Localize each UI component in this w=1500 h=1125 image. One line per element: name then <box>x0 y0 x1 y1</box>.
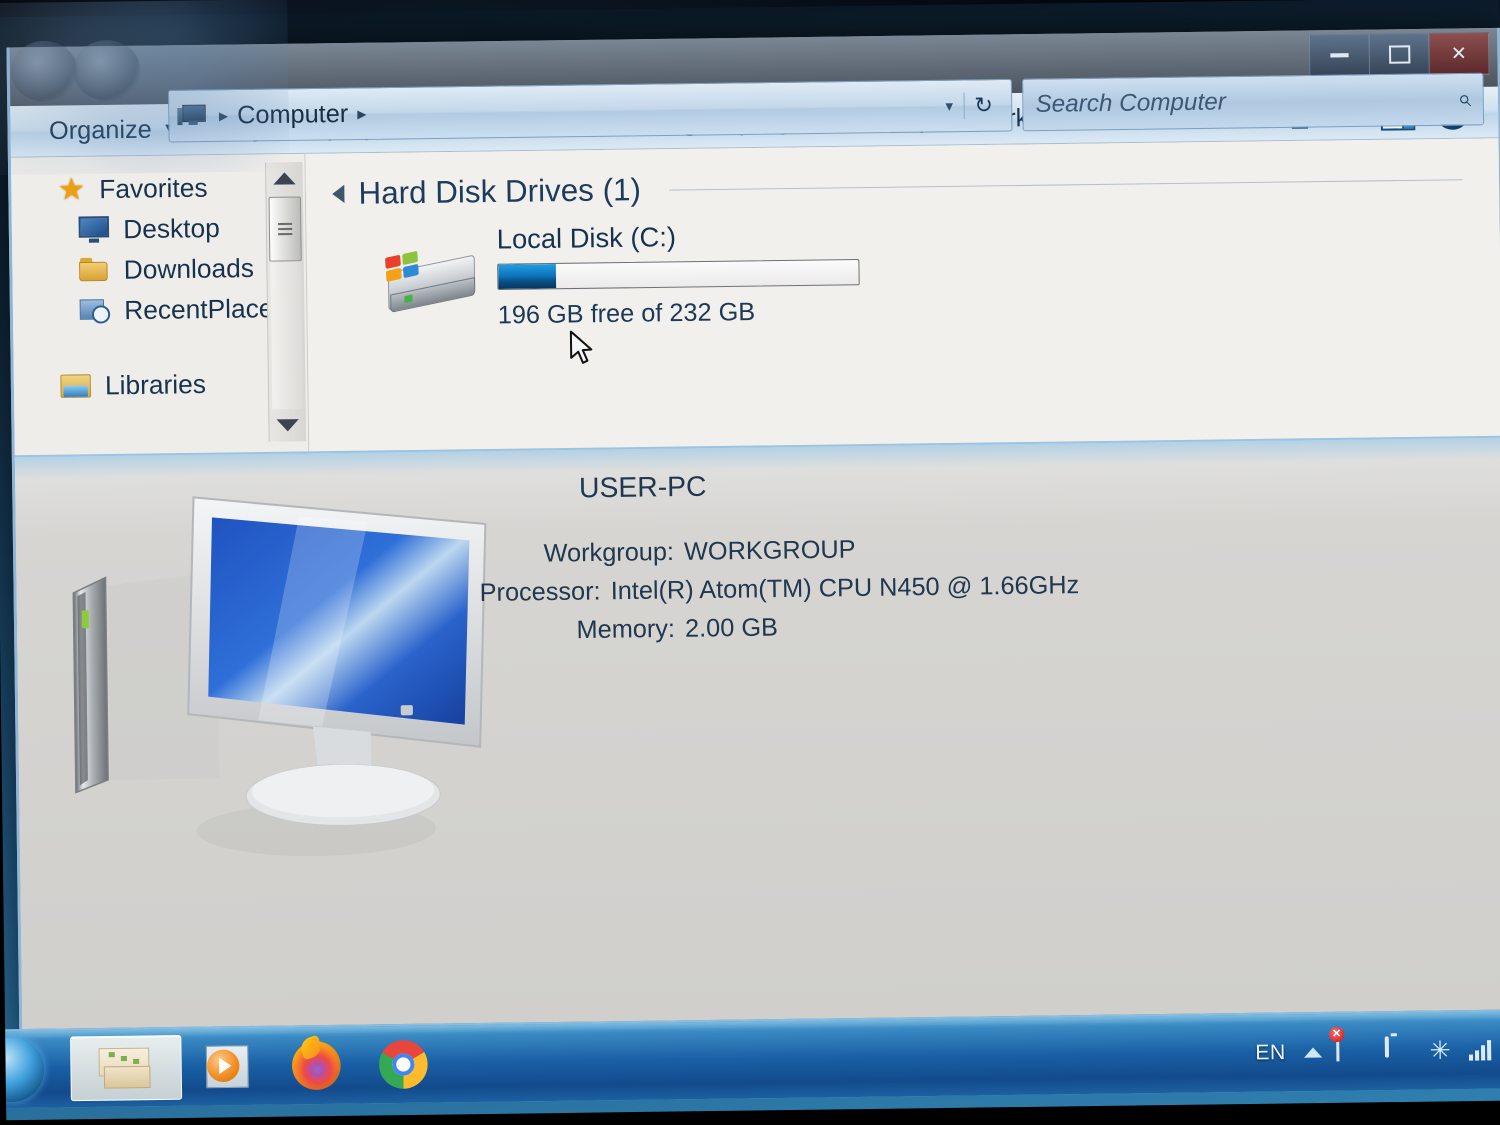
sidebar-item-libraries[interactable]: Libraries <box>14 362 308 406</box>
sidebar-item-label: Downloads <box>123 252 255 285</box>
minimize-button[interactable] <box>1308 33 1371 77</box>
taskbar-button-media-player[interactable] <box>189 1035 269 1099</box>
drive-usage-bar <box>497 258 860 291</box>
windows-explorer-window: ✕ ▸ Computer ▸ ▾ ↻ Search Computer ⌕ Org… <box>6 27 1500 1038</box>
firefox-icon <box>291 1041 341 1091</box>
refresh-icon[interactable]: ↻ <box>963 92 1004 119</box>
computer-illustration <box>72 496 487 857</box>
libraries-icon <box>60 372 91 399</box>
recent-places-icon <box>79 297 111 324</box>
chrome-icon <box>378 1039 428 1090</box>
language-indicator[interactable]: EN <box>1255 1041 1286 1066</box>
scroll-down-button[interactable] <box>269 409 306 442</box>
drive-info: Local Disk (C:) 196 GB free of 232 GB <box>497 215 861 330</box>
sidebar-item-label: Libraries <box>104 368 207 400</box>
mouse-cursor <box>569 330 593 364</box>
breadcrumb-computer[interactable]: Computer <box>237 99 348 130</box>
search-box[interactable]: Search Computer ⌕ <box>1021 72 1485 132</box>
detail-label: Workgroup: <box>543 537 675 568</box>
address-bar[interactable]: ▸ Computer ▸ ▾ ↻ <box>167 78 1013 143</box>
signal-bars-icon[interactable] <box>1468 1040 1492 1061</box>
bluetooth-icon[interactable]: ✳ <box>1429 1036 1451 1065</box>
group-header-label: Hard Disk Drives (1) <box>358 171 642 211</box>
breadcrumb-separator-2-icon[interactable]: ▸ <box>357 103 366 124</box>
taskbar-button-windows-explorer[interactable] <box>70 1034 183 1102</box>
taskbar-button-chrome[interactable] <box>363 1033 443 1097</box>
action-center-flag-icon[interactable] <box>1328 1026 1367 1066</box>
scrollbar-thumb[interactable] <box>268 196 302 262</box>
start-button[interactable] <box>0 1030 63 1108</box>
window-controls: ✕ <box>1308 32 1490 77</box>
drive-usage-fill <box>498 263 557 289</box>
group-header-rule <box>669 178 1463 191</box>
system-tray: EN ✳ <box>1255 1026 1500 1067</box>
breadcrumb-separator-icon: ▸ <box>218 104 229 126</box>
media-player-icon <box>205 1043 253 1090</box>
sidebar-item-downloads[interactable]: Downloads <box>12 247 306 291</box>
drive-item-local-disk-c[interactable]: Local Disk (C:) 196 GB free of 232 GB <box>306 197 1500 333</box>
drive-name-label: Local Disk (C:) <box>496 221 677 255</box>
computer-icon <box>177 104 206 129</box>
detail-value: WORKGROUP <box>683 535 856 566</box>
scroll-up-button[interactable] <box>266 162 303 195</box>
detail-row-memory: Memory: 2.00 GB <box>371 609 1080 648</box>
scrollbar-track[interactable] <box>270 261 303 410</box>
photographed-screen: ✕ ▸ Computer ▸ ▾ ↻ Search Computer ⌕ Org… <box>0 0 1500 1125</box>
address-bar-empty-space[interactable] <box>376 106 936 113</box>
organize-button[interactable]: Organize <box>49 115 152 146</box>
sidebar-item-desktop[interactable]: Desktop <box>12 207 306 251</box>
detail-value: Intel(R) Atom(TM) CPU N450 @ 1.66GHz <box>610 570 1080 606</box>
detail-label: Memory: <box>576 614 676 645</box>
star-icon: ★ <box>57 172 86 207</box>
show-hidden-icons-icon[interactable] <box>1303 1047 1323 1058</box>
detail-label: Processor: <box>479 577 601 608</box>
hard-drive-icon <box>382 247 480 321</box>
search-icon: ⌕ <box>1456 84 1471 113</box>
sidebar-item-label: RecentPlaces <box>124 292 287 325</box>
sidebar-item-favorites[interactable]: ★ Favorites <box>11 166 305 210</box>
detail-row-processor: Processor: Intel(R) Atom(TM) CPU N450 @ … <box>371 571 1080 610</box>
sidebar-item-label: Desktop <box>122 212 220 244</box>
window-body: ★ Favorites Desktop Downloads RecentPlac… <box>10 138 1500 456</box>
desktop: ✕ ▸ Computer ▸ ▾ ↻ Search Computer ⌕ Org… <box>0 0 1500 1121</box>
navigation-pane-scrollbar[interactable] <box>265 162 307 442</box>
taskbar-button-firefox[interactable] <box>276 1034 356 1098</box>
details-property-table: Workgroup: WORKGROUP Processor: Intel(R)… <box>370 532 1080 657</box>
chevron-down-icon[interactable]: ▾ <box>935 97 963 116</box>
detail-value: 2.00 GB <box>684 613 779 643</box>
battery-icon[interactable] <box>1384 1036 1412 1065</box>
desktop-icon <box>78 216 110 243</box>
maximize-button[interactable] <box>1369 32 1430 77</box>
sidebar-item-recent-places[interactable]: RecentPlaces <box>13 287 307 331</box>
sidebar-item-label: Favorites <box>99 171 208 204</box>
close-button[interactable]: ✕ <box>1429 32 1490 76</box>
explorer-icon <box>94 1045 157 1090</box>
file-list-pane[interactable]: Hard Disk Drives (1) Local Disk (C:) 196… <box>305 138 1500 452</box>
start-orb-icon[interactable] <box>0 1036 45 1103</box>
collapse-triangle-icon[interactable] <box>332 184 345 204</box>
navigation-pane: ★ Favorites Desktop Downloads RecentPlac… <box>10 153 310 456</box>
computer-name-label: USER-PC <box>578 470 707 504</box>
folder-icon <box>79 257 110 284</box>
search-input[interactable]: Search Computer <box>1035 85 1457 119</box>
drive-capacity-label: 196 GB free of 232 GB <box>497 297 756 330</box>
details-pane: USER-PC Workgroup: WORKGROUP Processor: … <box>14 435 1500 1035</box>
